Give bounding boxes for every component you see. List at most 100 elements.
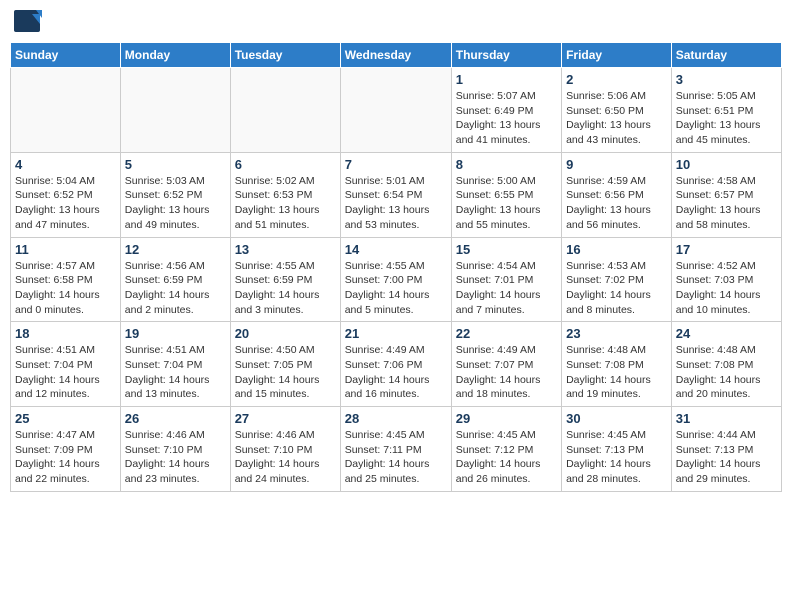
calendar-cell bbox=[340, 68, 451, 153]
cell-info: Sunrise: 4:49 AM Sunset: 7:06 PM Dayligh… bbox=[345, 343, 447, 402]
calendar-week-row: 18 Sunrise: 4:51 AM Sunset: 7:04 PM Dayli… bbox=[11, 322, 782, 407]
weekday-header-thursday: Thursday bbox=[451, 43, 561, 68]
day-number: 27 bbox=[235, 411, 336, 426]
calendar-cell: 5 Sunrise: 5:03 AM Sunset: 6:52 PM Daylig… bbox=[120, 152, 230, 237]
day-number: 8 bbox=[456, 157, 557, 172]
day-number: 7 bbox=[345, 157, 447, 172]
calendar-cell: 26 Sunrise: 4:46 AM Sunset: 7:10 PM Dayli… bbox=[120, 407, 230, 492]
day-number: 19 bbox=[125, 326, 226, 341]
cell-info: Sunrise: 4:49 AM Sunset: 7:07 PM Dayligh… bbox=[456, 343, 557, 402]
cell-info: Sunrise: 4:55 AM Sunset: 7:00 PM Dayligh… bbox=[345, 259, 447, 318]
cell-info: Sunrise: 5:04 AM Sunset: 6:52 PM Dayligh… bbox=[15, 174, 116, 233]
calendar-cell: 16 Sunrise: 4:53 AM Sunset: 7:02 PM Dayli… bbox=[562, 237, 672, 322]
logo bbox=[14, 10, 44, 34]
day-number: 28 bbox=[345, 411, 447, 426]
calendar-cell: 2 Sunrise: 5:06 AM Sunset: 6:50 PM Daylig… bbox=[562, 68, 672, 153]
weekday-header-row: SundayMondayTuesdayWednesdayThursdayFrid… bbox=[11, 43, 782, 68]
day-number: 14 bbox=[345, 242, 447, 257]
calendar-cell: 27 Sunrise: 4:46 AM Sunset: 7:10 PM Dayli… bbox=[230, 407, 340, 492]
cell-info: Sunrise: 4:59 AM Sunset: 6:56 PM Dayligh… bbox=[566, 174, 667, 233]
weekday-header-monday: Monday bbox=[120, 43, 230, 68]
day-number: 29 bbox=[456, 411, 557, 426]
page-header bbox=[10, 10, 782, 34]
cell-info: Sunrise: 4:51 AM Sunset: 7:04 PM Dayligh… bbox=[125, 343, 226, 402]
logo-icon bbox=[14, 10, 42, 34]
cell-info: Sunrise: 4:45 AM Sunset: 7:13 PM Dayligh… bbox=[566, 428, 667, 487]
day-number: 1 bbox=[456, 72, 557, 87]
cell-info: Sunrise: 5:06 AM Sunset: 6:50 PM Dayligh… bbox=[566, 89, 667, 148]
calendar-cell: 17Sunrise: 4:52 AM Sunset: 7:03 PM Dayli… bbox=[671, 237, 781, 322]
day-number: 9 bbox=[566, 157, 667, 172]
calendar-cell: 21Sunrise: 4:49 AM Sunset: 7:06 PM Dayli… bbox=[340, 322, 451, 407]
calendar-cell: 25 Sunrise: 4:47 AM Sunset: 7:09 PM Dayli… bbox=[11, 407, 121, 492]
weekday-header-friday: Friday bbox=[562, 43, 672, 68]
calendar-cell: 22 Sunrise: 4:49 AM Sunset: 7:07 PM Dayli… bbox=[451, 322, 561, 407]
calendar-cell: 9 Sunrise: 4:59 AM Sunset: 6:56 PM Daylig… bbox=[562, 152, 672, 237]
cell-info: Sunrise: 5:05 AM Sunset: 6:51 PM Dayligh… bbox=[676, 89, 777, 148]
day-number: 11 bbox=[15, 242, 116, 257]
cell-info: Sunrise: 4:47 AM Sunset: 7:09 PM Dayligh… bbox=[15, 428, 116, 487]
calendar-week-row: 4 Sunrise: 5:04 AM Sunset: 6:52 PM Daylig… bbox=[11, 152, 782, 237]
calendar-week-row: 1 Sunrise: 5:07 AM Sunset: 6:49 PM Daylig… bbox=[11, 68, 782, 153]
calendar-cell: 8 Sunrise: 5:00 AM Sunset: 6:55 PM Daylig… bbox=[451, 152, 561, 237]
day-number: 3 bbox=[676, 72, 777, 87]
calendar-cell: 23Sunrise: 4:48 AM Sunset: 7:08 PM Dayli… bbox=[562, 322, 672, 407]
cell-info: Sunrise: 5:07 AM Sunset: 6:49 PM Dayligh… bbox=[456, 89, 557, 148]
day-number: 18 bbox=[15, 326, 116, 341]
day-number: 5 bbox=[125, 157, 226, 172]
weekday-header-saturday: Saturday bbox=[671, 43, 781, 68]
calendar-cell bbox=[230, 68, 340, 153]
cell-info: Sunrise: 5:02 AM Sunset: 6:53 PM Dayligh… bbox=[235, 174, 336, 233]
weekday-header-tuesday: Tuesday bbox=[230, 43, 340, 68]
cell-info: Sunrise: 5:00 AM Sunset: 6:55 PM Dayligh… bbox=[456, 174, 557, 233]
cell-info: Sunrise: 4:45 AM Sunset: 7:12 PM Dayligh… bbox=[456, 428, 557, 487]
cell-info: Sunrise: 4:58 AM Sunset: 6:57 PM Dayligh… bbox=[676, 174, 777, 233]
day-number: 4 bbox=[15, 157, 116, 172]
calendar-cell: 31 Sunrise: 4:44 AM Sunset: 7:13 PM Dayli… bbox=[671, 407, 781, 492]
cell-info: Sunrise: 5:03 AM Sunset: 6:52 PM Dayligh… bbox=[125, 174, 226, 233]
day-number: 31 bbox=[676, 411, 777, 426]
day-number: 15 bbox=[456, 242, 557, 257]
calendar-cell: 12Sunrise: 4:56 AM Sunset: 6:59 PM Dayli… bbox=[120, 237, 230, 322]
cell-info: Sunrise: 5:01 AM Sunset: 6:54 PM Dayligh… bbox=[345, 174, 447, 233]
day-number: 22 bbox=[456, 326, 557, 341]
calendar-cell: 13Sunrise: 4:55 AM Sunset: 6:59 PM Dayli… bbox=[230, 237, 340, 322]
day-number: 6 bbox=[235, 157, 336, 172]
calendar-cell: 10 Sunrise: 4:58 AM Sunset: 6:57 PM Dayli… bbox=[671, 152, 781, 237]
calendar-cell: 18 Sunrise: 4:51 AM Sunset: 7:04 PM Dayli… bbox=[11, 322, 121, 407]
cell-info: Sunrise: 4:46 AM Sunset: 7:10 PM Dayligh… bbox=[125, 428, 226, 487]
calendar-cell bbox=[120, 68, 230, 153]
calendar-week-row: 11 Sunrise: 4:57 AM Sunset: 6:58 PM Dayli… bbox=[11, 237, 782, 322]
cell-info: Sunrise: 4:51 AM Sunset: 7:04 PM Dayligh… bbox=[15, 343, 116, 402]
weekday-header-sunday: Sunday bbox=[11, 43, 121, 68]
day-number: 2 bbox=[566, 72, 667, 87]
calendar-cell: 24Sunrise: 4:48 AM Sunset: 7:08 PM Dayli… bbox=[671, 322, 781, 407]
calendar-table: SundayMondayTuesdayWednesdayThursdayFrid… bbox=[10, 42, 782, 492]
cell-info: Sunrise: 4:50 AM Sunset: 7:05 PM Dayligh… bbox=[235, 343, 336, 402]
day-number: 12 bbox=[125, 242, 226, 257]
calendar-cell: 4 Sunrise: 5:04 AM Sunset: 6:52 PM Daylig… bbox=[11, 152, 121, 237]
calendar-week-row: 25 Sunrise: 4:47 AM Sunset: 7:09 PM Dayli… bbox=[11, 407, 782, 492]
calendar-cell: 20 Sunrise: 4:50 AM Sunset: 7:05 PM Dayli… bbox=[230, 322, 340, 407]
day-number: 13 bbox=[235, 242, 336, 257]
weekday-header-wednesday: Wednesday bbox=[340, 43, 451, 68]
calendar-cell: 1 Sunrise: 5:07 AM Sunset: 6:49 PM Daylig… bbox=[451, 68, 561, 153]
day-number: 26 bbox=[125, 411, 226, 426]
calendar-cell: 28Sunrise: 4:45 AM Sunset: 7:11 PM Dayli… bbox=[340, 407, 451, 492]
day-number: 20 bbox=[235, 326, 336, 341]
cell-info: Sunrise: 4:44 AM Sunset: 7:13 PM Dayligh… bbox=[676, 428, 777, 487]
calendar-cell bbox=[11, 68, 121, 153]
day-number: 30 bbox=[566, 411, 667, 426]
cell-info: Sunrise: 4:57 AM Sunset: 6:58 PM Dayligh… bbox=[15, 259, 116, 318]
day-number: 24 bbox=[676, 326, 777, 341]
cell-info: Sunrise: 4:46 AM Sunset: 7:10 PM Dayligh… bbox=[235, 428, 336, 487]
day-number: 10 bbox=[676, 157, 777, 172]
calendar-cell: 7 Sunrise: 5:01 AM Sunset: 6:54 PM Daylig… bbox=[340, 152, 451, 237]
calendar-cell: 19 Sunrise: 4:51 AM Sunset: 7:04 PM Dayli… bbox=[120, 322, 230, 407]
cell-info: Sunrise: 4:53 AM Sunset: 7:02 PM Dayligh… bbox=[566, 259, 667, 318]
cell-info: Sunrise: 4:52 AM Sunset: 7:03 PM Dayligh… bbox=[676, 259, 777, 318]
calendar-cell: 6 Sunrise: 5:02 AM Sunset: 6:53 PM Daylig… bbox=[230, 152, 340, 237]
day-number: 25 bbox=[15, 411, 116, 426]
day-number: 16 bbox=[566, 242, 667, 257]
cell-info: Sunrise: 4:54 AM Sunset: 7:01 PM Dayligh… bbox=[456, 259, 557, 318]
